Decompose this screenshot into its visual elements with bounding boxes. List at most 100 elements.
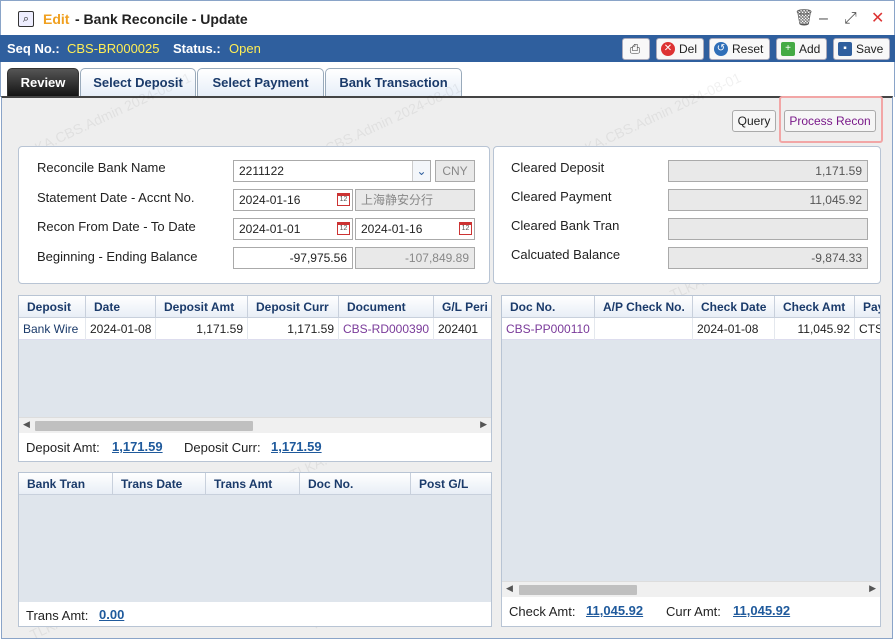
check-amt-label: Check Amt: <box>509 604 576 619</box>
trash-icon[interactable]: 🗑 <box>794 10 814 28</box>
trans-amt-label: Trans Amt: <box>26 608 89 623</box>
chevron-down-icon[interactable]: ⌄ <box>412 161 430 181</box>
save-button[interactable]: ▪ Save <box>833 38 891 60</box>
scroll-left-icon[interactable]: ◀ <box>506 583 513 594</box>
seq-bar: Seq No.: CBS-BR000025 Status.: Open ⎙ ✕ … <box>0 35 895 62</box>
document-link[interactable]: CBS-RD000390 <box>339 318 434 340</box>
bank-name-select[interactable]: 2211122 ⌄ <box>233 160 431 182</box>
del-label: Del <box>679 42 698 56</box>
scroll-thumb[interactable] <box>35 421 253 431</box>
deposit-grid-header: Deposit Date Deposit Amt Deposit Curr Do… <box>19 296 491 318</box>
add-button[interactable]: + Add <box>776 38 828 60</box>
cleared-deposit-field: 1,171.59 <box>668 160 868 182</box>
scroll-right-icon[interactable]: ▶ <box>480 419 487 430</box>
scroll-thumb[interactable] <box>519 585 637 595</box>
calendar-icon[interactable]: 12 <box>337 193 350 206</box>
tab-select-payment[interactable]: Select Payment <box>197 68 324 97</box>
check-amt-cell: 11,045.92 <box>775 318 855 340</box>
check-date-cell: 2024-01-08 <box>693 318 775 340</box>
calendar-icon[interactable]: 12 <box>459 222 472 235</box>
beginning-balance-field[interactable]: -97,975.56 <box>233 247 353 269</box>
review-content: TLKA.CBS.Admin 2024-08-01 TLKA.CBS.Admin… <box>1 69 893 643</box>
deposit-grid-empty <box>19 340 491 417</box>
table-row[interactable]: CBS-PP000110 2024-01-08 11,045.92 CTS <box>502 318 880 340</box>
tab-review[interactable]: Review <box>7 68 79 97</box>
doc-no-link[interactable]: CBS-PP000110 <box>502 318 595 340</box>
statement-date-value: 2024-01-16 <box>239 193 301 207</box>
reset-icon: ↺ <box>714 42 728 56</box>
ending-balance-field: -107,849.89 <box>355 247 475 269</box>
column-header[interactable]: Bank Tran <box>19 473 113 495</box>
column-header[interactable]: Document <box>339 296 434 318</box>
column-header[interactable]: Post G/L <box>411 473 491 495</box>
tab-bar: Review Select Deposit Select Payment Ban… <box>0 62 895 97</box>
bank-name-label: Reconcile Bank Name <box>37 160 166 175</box>
process-recon-button[interactable]: Process Recon <box>784 110 876 132</box>
summary-panel: Cleared Deposit 1,171.59 Cleared Payment… <box>493 146 881 284</box>
cleared-deposit-label: Cleared Deposit <box>511 160 605 175</box>
bank-name-value: 2211122 <box>239 164 284 178</box>
cleared-bank-tran-label: Cleared Bank Tran <box>511 218 620 233</box>
column-header[interactable]: Deposit Curr <box>248 296 339 318</box>
column-header[interactable]: Trans Date <box>113 473 206 495</box>
column-header[interactable]: Pay <box>855 296 880 318</box>
check-amt-total[interactable]: 11,045.92 <box>586 603 643 618</box>
seq-label: Seq No.: <box>7 41 60 56</box>
currency-field: CNY <box>435 160 475 182</box>
window-title: - Bank Reconcile - Update <box>75 11 248 27</box>
column-header[interactable]: Deposit <box>19 296 86 318</box>
to-date-field[interactable]: 2024-01-16 12 <box>355 218 475 240</box>
save-label: Save <box>856 42 884 56</box>
scroll-right-icon[interactable]: ▶ <box>869 583 876 594</box>
del-button[interactable]: ✕ Del <box>656 38 705 60</box>
reset-button[interactable]: ↺ Reset <box>709 38 771 60</box>
from-date-field[interactable]: 2024-01-01 12 <box>233 218 353 240</box>
deposit-scrollbar[interactable]: ◀ ▶ <box>19 417 491 433</box>
account-no-field: 上海静安分行 <box>355 189 475 211</box>
seq-value: CBS-BR000025 <box>67 41 160 56</box>
deposit-grid: Deposit Date Deposit Amt Deposit Curr Do… <box>18 295 492 462</box>
maximize-icon[interactable]: ⤢ <box>844 10 857 28</box>
trans-amt-total[interactable]: 0.00 <box>99 607 124 622</box>
column-header[interactable]: Deposit Amt <box>156 296 248 318</box>
to-date-value: 2024-01-16 <box>361 222 423 236</box>
print-button[interactable]: ⎙ <box>622 38 650 60</box>
close-icon[interactable]: ✕ <box>871 10 884 28</box>
recon-form-panel: Reconcile Bank Name 2211122 ⌄ CNY Statem… <box>18 146 490 284</box>
deposit-amt-cell: 1,171.59 <box>156 318 248 340</box>
column-header[interactable]: A/P Check No. <box>595 296 693 318</box>
add-label: Add <box>799 42 821 56</box>
add-icon: + <box>781 42 795 56</box>
minimize-icon[interactable]: – <box>819 10 828 28</box>
delete-circle-icon: ✕ <box>661 42 675 56</box>
deposit-curr-total[interactable]: 1,171.59 <box>271 439 322 454</box>
deposit-footer: Deposit Amt: 1,171.59 Deposit Curr: 1,17… <box>19 434 491 460</box>
statement-date-field[interactable]: 2024-01-16 12 <box>233 189 353 211</box>
calendar-icon[interactable]: 12 <box>337 222 350 235</box>
deposit-amt-total[interactable]: 1,171.59 <box>112 439 163 454</box>
column-header[interactable]: Trans Amt <box>206 473 300 495</box>
column-header[interactable]: Date <box>86 296 156 318</box>
curr-amt-total[interactable]: 11,045.92 <box>733 603 790 618</box>
cleared-payment-field: 11,045.92 <box>668 189 868 211</box>
column-header[interactable]: Doc No. <box>300 473 411 495</box>
column-header[interactable]: Check Date <box>693 296 775 318</box>
calc-balance-field: -9,874.33 <box>668 247 868 269</box>
column-header[interactable]: G/L Peri <box>434 296 491 318</box>
table-row[interactable]: Bank Wire 2024-01-08 1,171.59 1,171.59 C… <box>19 318 491 340</box>
payment-scrollbar[interactable]: ◀ ▶ <box>502 581 880 597</box>
from-date-value: 2024-01-01 <box>239 222 301 236</box>
reset-label: Reset <box>732 42 764 56</box>
bank-tran-grid: Bank Tran Trans Date Trans Amt Doc No. P… <box>18 472 492 627</box>
tab-bank-transaction[interactable]: Bank Transaction <box>325 68 462 97</box>
title-mode: Edit <box>43 11 70 27</box>
save-icon: ▪ <box>838 42 852 56</box>
payment-grid: Doc No. A/P Check No. Check Date Check A… <box>501 295 881 627</box>
tab-select-deposit[interactable]: Select Deposit <box>80 68 196 97</box>
app-search-icon: ⌕ <box>18 11 34 27</box>
column-header[interactable]: Check Amt <box>775 296 855 318</box>
scroll-left-icon[interactable]: ◀ <box>23 419 30 430</box>
printer-icon: ⎙ <box>629 41 641 56</box>
column-header[interactable]: Doc No. <box>502 296 595 318</box>
query-button[interactable]: Query <box>732 110 776 132</box>
